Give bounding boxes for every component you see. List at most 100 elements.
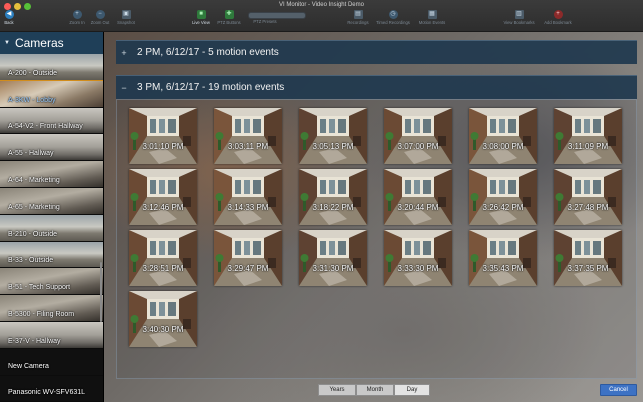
motion-event-thumbnail[interactable]: 3:05:13 PM xyxy=(299,108,367,164)
ptz-presets-label: PTZ Presets xyxy=(253,19,277,24)
camera-item[interactable]: B-33 - Outside xyxy=(0,241,103,269)
recordings-icon: ▤ xyxy=(353,10,363,19)
motion-event-thumbnail[interactable]: 3:31:30 PM xyxy=(299,230,367,286)
lobby-scene xyxy=(384,169,452,225)
camera-item[interactable]: A-200 - Outside xyxy=(0,54,103,81)
zoom-in-icon: + xyxy=(72,10,82,19)
camera-item[interactable]: A-64 - Marketing xyxy=(0,161,103,188)
motion-event-thumbnail[interactable]: 3:26:42 PM xyxy=(469,169,537,225)
ptz-icon: ✚ xyxy=(224,10,234,19)
motion-events-view: + 2 PM, 6/12/17 - 5 motion events − 3 PM… xyxy=(104,32,643,402)
motion-event-thumbnail[interactable]: 3:18:22 PM xyxy=(299,169,367,225)
bookmark-list-icon: ▥ xyxy=(514,10,524,19)
motion-event-thumbnail[interactable]: 3:37:35 PM xyxy=(554,230,622,286)
camera-item[interactable]: E-37-V - Hallway xyxy=(0,321,103,349)
camera-item[interactable]: Panasonic WV-SFV631L xyxy=(0,375,103,402)
motion-event-thumbnail[interactable]: 3:07:00 PM xyxy=(384,108,452,164)
camera-item-label: B-5300 - Filing Room xyxy=(8,310,75,318)
motion-event-thumbnail[interactable]: 3:20:44 PM xyxy=(384,169,452,225)
camera-icon: ▣ xyxy=(121,10,131,19)
live-view-label: Live View xyxy=(192,20,210,25)
lobby-scene xyxy=(129,230,197,286)
event-time-label: 3:37:35 PM xyxy=(567,264,609,273)
zoom-in-button[interactable]: + Zoom In xyxy=(66,10,88,30)
camera-item[interactable]: A-3KW - Lobby xyxy=(0,79,103,109)
clock-icon: ◷ xyxy=(388,10,398,19)
lobby-scene xyxy=(469,230,537,286)
view-years-button[interactable]: Years xyxy=(318,384,356,396)
motion-event-thumbnail[interactable]: 3:03:11 PM xyxy=(214,108,282,164)
lobby-scene xyxy=(299,230,367,286)
lobby-scene xyxy=(214,230,282,286)
collapse-icon[interactable]: − xyxy=(116,83,132,93)
sidebar-scrollbar[interactable] xyxy=(99,262,102,322)
ptz-buttons-label: PTZ Buttons xyxy=(217,20,241,25)
timed-recordings-label: Timed Recordings xyxy=(376,20,410,25)
event-time-label: 3:14:33 PM xyxy=(227,203,269,212)
recordings-button[interactable]: ▤ Recordings xyxy=(345,10,371,30)
motion-event-thumbnail[interactable]: 3:14:33 PM xyxy=(214,169,282,225)
add-bookmark-button[interactable]: + Add Bookmark xyxy=(540,10,576,30)
event-group-2pm[interactable]: + 2 PM, 6/12/17 - 5 motion events xyxy=(116,40,637,64)
snapshot-label: Snapshot xyxy=(117,20,135,25)
camera-item[interactable]: A-54-V2 - Front Hallway xyxy=(0,107,103,135)
motion-events-button[interactable]: ▦ Motion Events xyxy=(415,10,449,30)
event-time-label: 3:05:13 PM xyxy=(312,142,354,151)
view-month-button[interactable]: Month xyxy=(356,384,394,396)
event-time-label: 3:08:00 PM xyxy=(482,142,524,151)
expand-icon[interactable]: + xyxy=(116,48,132,58)
event-time-label: 3:18:22 PM xyxy=(312,203,354,212)
zoom-out-button[interactable]: − Zoom Out xyxy=(89,10,111,30)
event-time-label: 3:29:47 PM xyxy=(227,264,269,273)
lobby-scene xyxy=(384,108,452,164)
camera-item[interactable]: B-210 - Outside xyxy=(0,214,103,242)
ptz-buttons-button[interactable]: ✚ PTZ Buttons xyxy=(214,10,244,30)
event-group-label: 2 PM, 6/12/17 - 5 motion events xyxy=(137,47,279,58)
zoom-out-icon: − xyxy=(95,10,105,19)
motion-event-thumbnail[interactable]: 3:08:00 PM xyxy=(469,108,537,164)
view-bookmarks-label: View Bookmarks xyxy=(503,20,535,25)
camera-item[interactable]: A-55 - Hallway xyxy=(0,134,103,162)
preset-search-field[interactable] xyxy=(248,12,306,19)
event-time-label: 3:01:10 PM xyxy=(142,142,184,151)
camera-item[interactable]: A-65 - Marketing xyxy=(0,187,103,215)
event-time-label: 3:27:48 PM xyxy=(567,203,609,212)
back-button[interactable]: ◀ Back xyxy=(2,10,16,30)
view-bookmarks-button[interactable]: ▥ View Bookmarks xyxy=(500,10,538,30)
zoom-in-label: Zoom In xyxy=(69,20,85,25)
lobby-scene xyxy=(129,169,197,225)
lobby-scene xyxy=(554,169,622,225)
camera-item[interactable]: B-5300 - Filing Room xyxy=(0,295,103,322)
video-camera-icon: ■ xyxy=(196,10,206,19)
timed-recordings-button[interactable]: ◷ Timed Recordings xyxy=(373,10,413,30)
camera-item-label: A-55 - Hallway xyxy=(8,150,54,158)
cancel-button[interactable]: Cancel xyxy=(600,384,637,396)
cameras-header[interactable]: ▼ Cameras xyxy=(0,32,103,54)
view-day-button[interactable]: Day xyxy=(394,384,430,396)
app-window: VI Monitor - Video Insight Demo ◀ Back +… xyxy=(0,0,643,402)
motion-event-thumbnail[interactable]: 3:33:30 PM xyxy=(384,230,452,286)
lobby-scene xyxy=(214,108,282,164)
snapshot-button[interactable]: ▣ Snapshot xyxy=(115,10,137,30)
motion-event-thumbnail[interactable]: 3:27:48 PM xyxy=(554,169,622,225)
camera-item[interactable]: New Camera xyxy=(0,348,103,376)
motion-event-thumbnail[interactable]: 3:28:51 PM xyxy=(129,230,197,286)
camera-item[interactable]: B-51 - Tech Support xyxy=(0,268,103,296)
camera-item-label: New Camera xyxy=(8,362,49,370)
lobby-scene xyxy=(469,108,537,164)
motion-events-icon: ▦ xyxy=(427,10,437,19)
motion-event-thumbnail[interactable]: 3:35:43 PM xyxy=(469,230,537,286)
back-arrow-icon: ◀ xyxy=(4,10,14,19)
motion-event-thumbnail[interactable]: 3:29:47 PM xyxy=(214,230,282,286)
live-view-button[interactable]: ■ Live View xyxy=(189,10,213,30)
motion-event-thumbnail[interactable]: 3:12:46 PM xyxy=(129,169,197,225)
event-group-3pm[interactable]: − 3 PM, 6/12/17 - 19 motion events xyxy=(116,75,637,99)
zoom-out-label: Zoom Out xyxy=(90,20,110,25)
motion-event-thumbnail[interactable]: 3:11:09 PM xyxy=(554,108,622,164)
camera-sidebar: ▼ Cameras A-200 - Outside A-3KW - Lobby A-… xyxy=(0,32,104,402)
ptz-presets-button[interactable]: PTZ Presets xyxy=(250,19,280,28)
motion-event-thumbnail[interactable]: 3:01:10 PM xyxy=(129,108,197,164)
motion-event-thumbnail[interactable]: 3:40:30 PM xyxy=(129,291,197,347)
event-group-label: 3 PM, 6/12/17 - 19 motion events xyxy=(137,82,285,93)
lobby-scene xyxy=(384,230,452,286)
